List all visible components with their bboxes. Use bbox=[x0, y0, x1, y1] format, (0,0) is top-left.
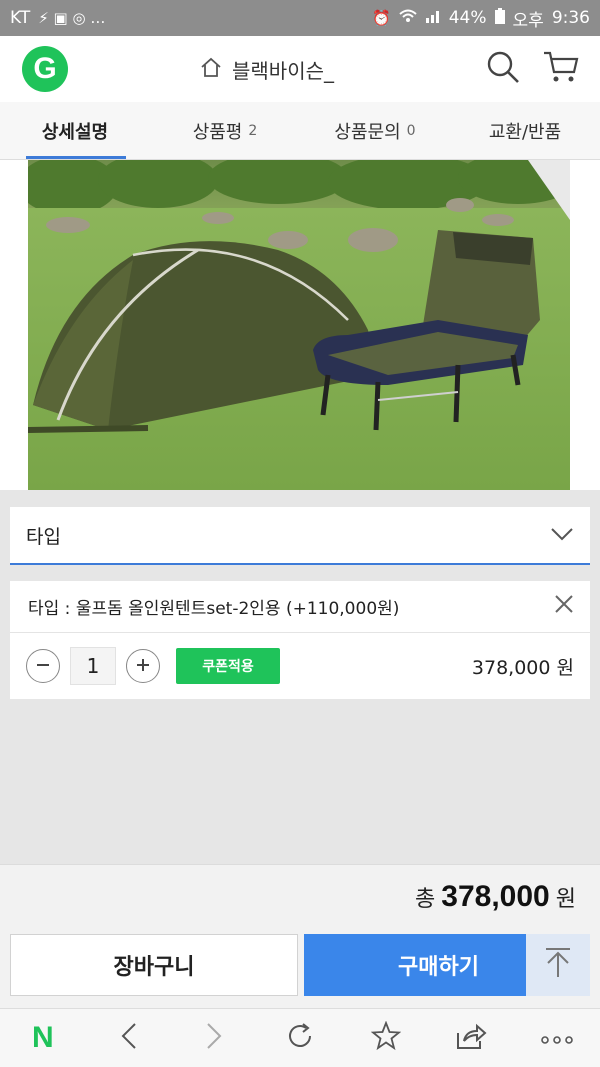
refresh-icon bbox=[285, 1021, 315, 1055]
back-button[interactable] bbox=[107, 1016, 151, 1060]
quantity-row: 1 쿠폰적용 378,000 원 bbox=[10, 633, 590, 699]
more-menu-button[interactable] bbox=[535, 1016, 579, 1060]
browser-toolbar: N bbox=[0, 1008, 600, 1067]
selected-option-text: 타입 : 울프돔 올인원텐트set-2인용 (+110,000원) bbox=[28, 599, 400, 619]
increase-quantity-button[interactable] bbox=[126, 649, 160, 683]
tab-label: 상품평 bbox=[192, 121, 243, 143]
remove-option-button[interactable] bbox=[554, 594, 574, 619]
tab-inquiries[interactable]: 상품문의 0 bbox=[300, 102, 450, 159]
more-icon bbox=[541, 1029, 573, 1048]
cart-button[interactable] bbox=[542, 50, 580, 88]
signal-icon bbox=[425, 9, 441, 27]
total-label: 총 bbox=[415, 886, 436, 912]
tab-label: 교환/반품 bbox=[488, 121, 562, 143]
plus-icon bbox=[135, 654, 151, 679]
chevron-down-icon bbox=[550, 524, 574, 546]
cart-icon bbox=[543, 50, 579, 88]
tab-count: 2 bbox=[248, 122, 258, 139]
chevron-left-icon bbox=[121, 1022, 137, 1054]
type-select-dropdown[interactable]: 타입 bbox=[10, 507, 590, 565]
share-icon bbox=[455, 1021, 487, 1055]
home-icon bbox=[200, 57, 222, 82]
total-price: 총 378,000 원 bbox=[0, 864, 600, 928]
shop-link[interactable]: 블랙바이슨_ bbox=[200, 36, 334, 102]
product-image-area bbox=[0, 160, 600, 650]
tab-description[interactable]: 상세설명 bbox=[0, 102, 150, 159]
quantity-input[interactable]: 1 bbox=[70, 647, 116, 685]
clock-ampm: 오후 bbox=[512, 10, 544, 31]
forward-button[interactable] bbox=[192, 1016, 236, 1060]
selected-option-card: 타입 : 울프돔 올인원텐트set-2인용 (+110,000원) 1 쿠폰적용… bbox=[10, 581, 590, 699]
tab-exchange-return[interactable]: 교환/반품 bbox=[450, 102, 600, 159]
product-tabs: 상세설명 상품평 2 상품문의 0 교환/반품 bbox=[0, 102, 600, 160]
naver-home-button[interactable]: N bbox=[21, 1016, 65, 1060]
carrier-label: KT bbox=[10, 8, 31, 28]
star-icon bbox=[370, 1020, 402, 1055]
decrease-quantity-button[interactable] bbox=[26, 649, 60, 683]
bookmark-button[interactable] bbox=[364, 1016, 408, 1060]
scroll-to-top-button[interactable] bbox=[526, 934, 590, 996]
arrow-up-icon bbox=[544, 947, 572, 983]
option-price: 378,000 원 bbox=[471, 656, 574, 679]
type-select-label: 타입 bbox=[26, 525, 61, 548]
product-photo bbox=[28, 160, 570, 490]
total-value: 378,000 bbox=[441, 879, 550, 913]
alarm-icon: ⏰ bbox=[372, 9, 391, 27]
add-to-cart-button[interactable]: 장바구니 bbox=[10, 934, 298, 996]
tab-reviews[interactable]: 상품평 2 bbox=[150, 102, 300, 159]
battery-icon bbox=[494, 8, 505, 28]
status-right: ⏰ 44% 오후 9:36 bbox=[372, 6, 590, 31]
minus-icon bbox=[35, 654, 51, 679]
app-header: G 블랙바이슨_ bbox=[0, 36, 600, 102]
search-icon bbox=[486, 50, 520, 88]
notification-icons: ⚡ ▣ ◎ … bbox=[38, 9, 106, 27]
share-button[interactable] bbox=[449, 1016, 493, 1060]
battery-percent: 44% bbox=[448, 8, 487, 28]
tab-label: 상세설명 bbox=[41, 121, 109, 143]
shop-name: 블랙바이슨_ bbox=[232, 58, 334, 83]
search-button[interactable] bbox=[484, 50, 522, 88]
gmarket-logo[interactable]: G bbox=[22, 46, 68, 92]
status-left: KT ⚡ ▣ ◎ … bbox=[10, 8, 105, 28]
purchase-actions: 장바구니 구매하기 bbox=[0, 928, 600, 1008]
status-bar: KT ⚡ ▣ ◎ … ⏰ 44% 오후 9:36 bbox=[0, 0, 600, 36]
chevron-right-icon bbox=[206, 1022, 222, 1054]
refresh-button[interactable] bbox=[278, 1016, 322, 1060]
tab-count: 0 bbox=[406, 122, 416, 139]
selected-option-header: 타입 : 울프돔 올인원텐트set-2인용 (+110,000원) bbox=[10, 581, 590, 633]
clock-time: 9:36 bbox=[551, 8, 590, 28]
tab-label: 상품문의 bbox=[334, 121, 401, 143]
apply-coupon-button[interactable]: 쿠폰적용 bbox=[176, 648, 280, 684]
close-icon bbox=[554, 595, 574, 619]
total-unit: 원 bbox=[555, 886, 576, 912]
wifi-icon bbox=[399, 9, 417, 27]
